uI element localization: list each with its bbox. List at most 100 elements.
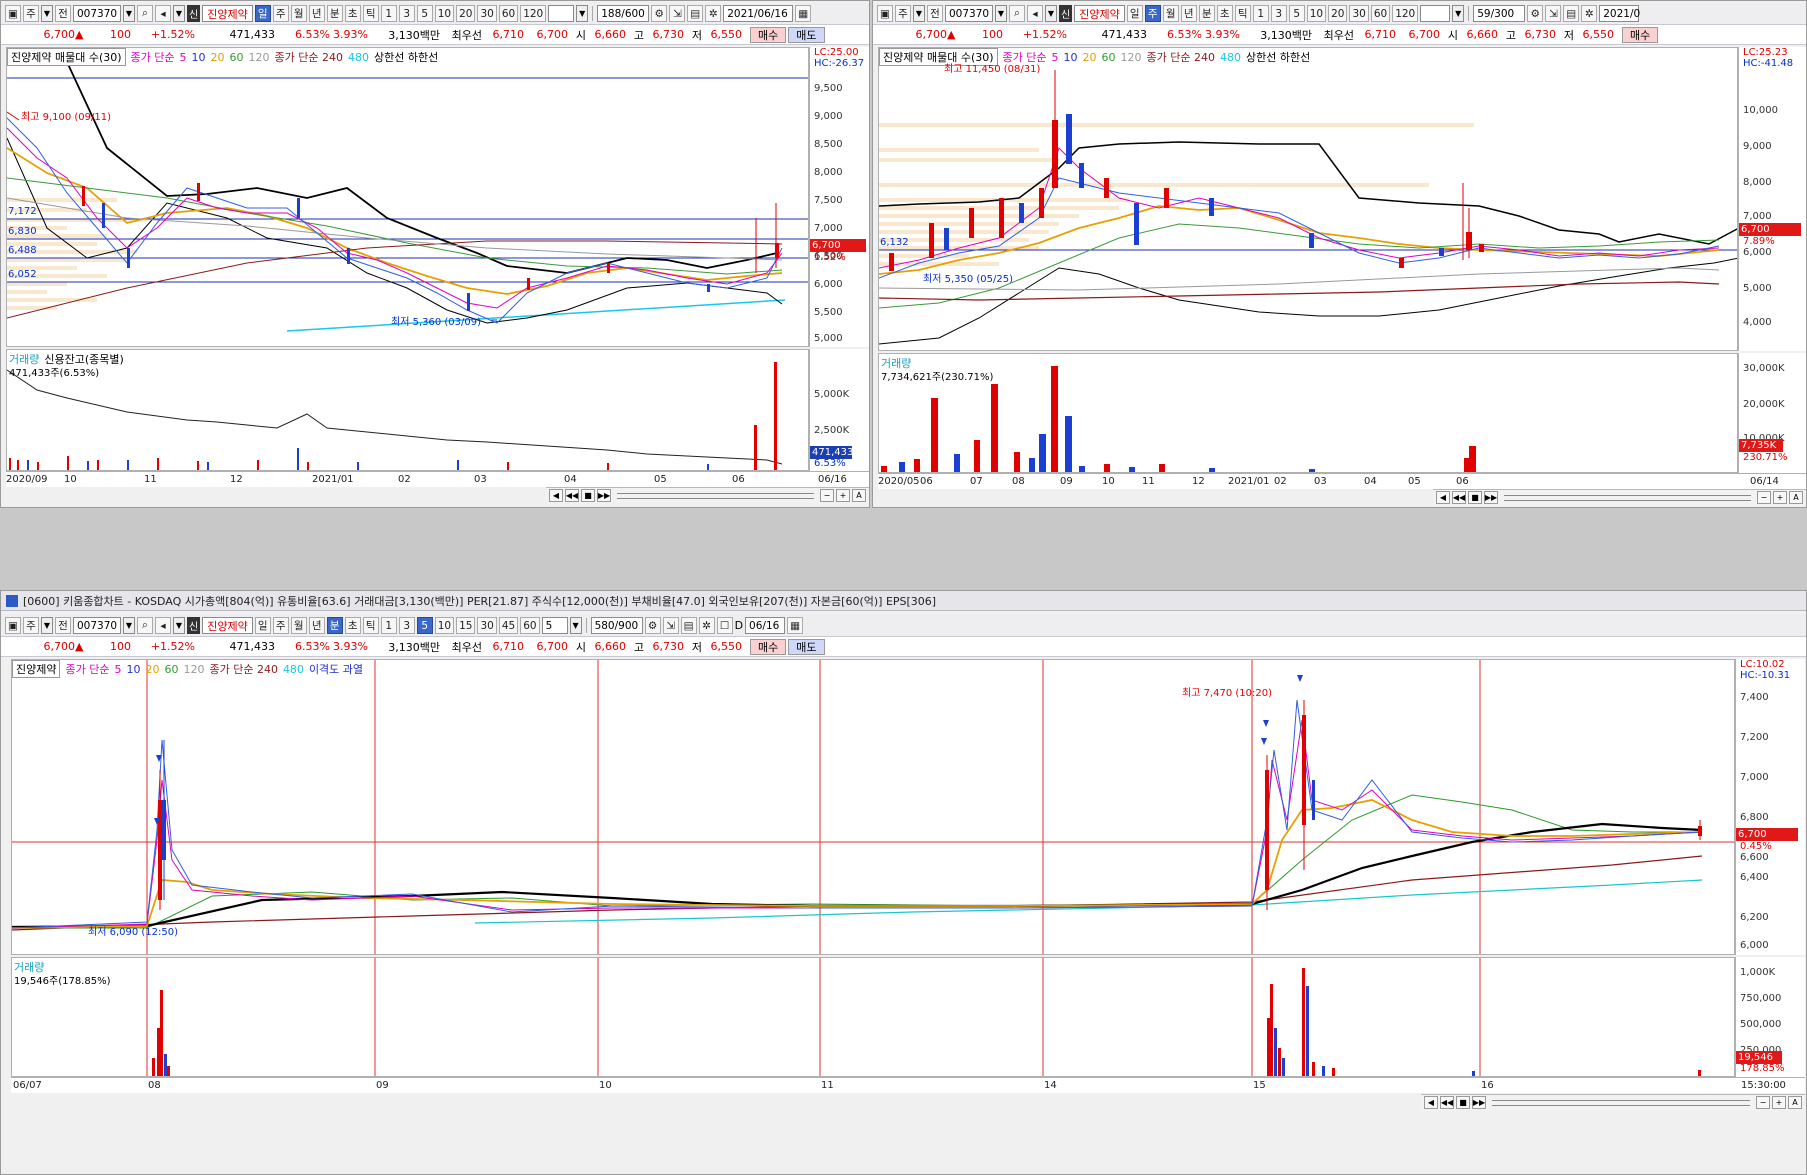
scroll-bar[interactable]: ◀ ◀◀ ■ ▶▶ − + A bbox=[1433, 489, 1806, 505]
scroll-left-icon[interactable]: ◀ bbox=[549, 489, 563, 502]
tab-month[interactable]: 월 bbox=[290, 5, 307, 22]
interval-60[interactable]: 60 bbox=[1370, 5, 1391, 22]
scroll-first-icon[interactable]: ◀◀ bbox=[565, 489, 579, 502]
interval-3[interactable]: 3 bbox=[398, 5, 415, 22]
save-icon[interactable]: ▤ bbox=[687, 5, 704, 22]
interval-3[interactable]: 3 bbox=[398, 617, 415, 634]
date-input[interactable]: 06/16 bbox=[745, 617, 786, 634]
settings-icon[interactable]: ⚙ bbox=[644, 617, 661, 634]
volume-chart[interactable]: 거래량 7,734,621주(230.71%) bbox=[878, 353, 1738, 473]
window-menu-icon[interactable]: ▣ bbox=[877, 5, 893, 22]
text-icon[interactable]: A bbox=[1788, 1096, 1802, 1109]
count-input[interactable]: 59/300 bbox=[1473, 5, 1526, 22]
legend-box[interactable]: 진양제약 매물대 수(30) bbox=[7, 48, 126, 66]
tab-day[interactable]: 일 bbox=[1126, 5, 1143, 22]
chevron-down-icon[interactable]: ▼ bbox=[173, 617, 185, 634]
sell-button[interactable]: 매도 bbox=[788, 26, 825, 43]
speaker-icon[interactable]: ◂ bbox=[155, 617, 171, 634]
save-icon[interactable]: ▤ bbox=[1563, 5, 1580, 22]
search-icon[interactable]: ⌕ bbox=[137, 5, 153, 22]
tab-day[interactable]: 일 bbox=[254, 617, 271, 634]
scroll-first-icon[interactable]: ◀◀ bbox=[1452, 491, 1466, 504]
price-chart[interactable]: 진양제약 매물대 수(30) 종가 단순 5 10 20 60 120 종가 단… bbox=[878, 47, 1738, 351]
calendar-icon[interactable]: ▦ bbox=[787, 617, 804, 634]
scroll-bar[interactable]: ◀ ◀◀ ■ ▶▶ − + A bbox=[1421, 1094, 1805, 1110]
stock-name[interactable]: 진양제약 bbox=[202, 617, 253, 634]
interval-10[interactable]: 10 bbox=[434, 617, 455, 634]
count-input[interactable]: 188/600 bbox=[597, 5, 650, 22]
chevron-down-icon[interactable]: ▼ bbox=[123, 617, 135, 634]
scroll-left-icon[interactable]: ◀ bbox=[1424, 1096, 1438, 1109]
interval-30[interactable]: 30 bbox=[477, 617, 497, 634]
tool-icon[interactable]: ⇲ bbox=[1545, 5, 1562, 22]
chevron-down-icon[interactable]: ▼ bbox=[173, 5, 185, 22]
chevron-down-icon[interactable]: ▼ bbox=[913, 5, 925, 22]
scroll-last-icon[interactable]: ▶▶ bbox=[1472, 1096, 1486, 1109]
interval-120[interactable]: 120 bbox=[1392, 5, 1419, 22]
zoom-out-icon[interactable]: − bbox=[820, 489, 834, 502]
tab-tick[interactable]: 틱 bbox=[1234, 5, 1251, 22]
interval-15[interactable]: 15 bbox=[456, 617, 476, 634]
window-menu-icon[interactable]: ▣ bbox=[5, 5, 21, 22]
tab-year[interactable]: 년 bbox=[1180, 5, 1197, 22]
scroll-track[interactable] bbox=[1492, 1099, 1750, 1106]
tab-month[interactable]: 월 bbox=[1162, 5, 1179, 22]
chevron-down-icon[interactable]: ▼ bbox=[1045, 5, 1057, 22]
date-input[interactable]: 2021/06/16 bbox=[723, 5, 794, 22]
chevron-down-icon[interactable]: ▼ bbox=[123, 5, 135, 22]
interval-custom-input[interactable]: 5 bbox=[541, 617, 568, 634]
code-input[interactable]: 007370 bbox=[945, 5, 993, 22]
tab-tick[interactable]: 틱 bbox=[362, 617, 379, 634]
settings-icon[interactable]: ⚙ bbox=[651, 5, 668, 22]
chevron-down-icon[interactable]: ▼ bbox=[576, 5, 589, 22]
text-icon[interactable]: A bbox=[852, 489, 866, 502]
all-button[interactable]: 전 bbox=[55, 5, 71, 22]
interval-custom-input[interactable] bbox=[548, 5, 575, 22]
interval-1[interactable]: 1 bbox=[1252, 5, 1269, 22]
scroll-last-icon[interactable]: ▶▶ bbox=[1484, 491, 1498, 504]
legend-box[interactable]: 진양제약 bbox=[12, 660, 61, 678]
tab-year[interactable]: 년 bbox=[308, 5, 325, 22]
interval-5[interactable]: 5 bbox=[1288, 5, 1305, 22]
tab-week[interactable]: 주 bbox=[1144, 5, 1161, 22]
all-button[interactable]: 전 bbox=[927, 5, 943, 22]
interval-custom-input[interactable] bbox=[1420, 5, 1451, 22]
interval-30[interactable]: 30 bbox=[1349, 5, 1369, 22]
scroll-last-icon[interactable]: ▶▶ bbox=[597, 489, 611, 502]
interval-1[interactable]: 1 bbox=[380, 5, 397, 22]
stock-name[interactable]: 진양제약 bbox=[202, 5, 253, 22]
gear-icon[interactable]: ✲ bbox=[705, 5, 722, 22]
count-input[interactable]: 580/900 bbox=[590, 617, 643, 634]
zoom-in-icon[interactable]: + bbox=[1772, 1096, 1786, 1109]
chevron-down-icon[interactable]: ▼ bbox=[1452, 5, 1465, 22]
tab-second[interactable]: 초 bbox=[344, 617, 361, 634]
volume-chart[interactable]: 거래량 19,546주(178.85%) bbox=[11, 957, 1735, 1077]
d-checkbox[interactable]: ☐ bbox=[716, 617, 733, 634]
stock-name[interactable]: 진양제약 bbox=[1074, 5, 1125, 22]
interval-3[interactable]: 3 bbox=[1270, 5, 1287, 22]
speaker-icon[interactable]: ◂ bbox=[1027, 5, 1043, 22]
chevron-down-icon[interactable]: ▼ bbox=[569, 617, 582, 634]
stop-icon[interactable]: ■ bbox=[1456, 1096, 1470, 1109]
volume-chart[interactable]: 거래량 신용잔고(종목별) 471,433주(6.53%) bbox=[6, 349, 809, 471]
interval-60[interactable]: 60 bbox=[498, 5, 519, 22]
speaker-icon[interactable]: ◂ bbox=[155, 5, 171, 22]
tool-icon[interactable]: ⇲ bbox=[669, 5, 686, 22]
zoom-in-icon[interactable]: + bbox=[836, 489, 850, 502]
interval-20[interactable]: 20 bbox=[1328, 5, 1348, 22]
text-icon[interactable]: A bbox=[1789, 491, 1803, 504]
price-chart[interactable]: 진양제약 매물대 수(30) 종가 단순 5 10 20 60 120 종가 단… bbox=[6, 47, 809, 347]
scroll-left-icon[interactable]: ◀ bbox=[1436, 491, 1450, 504]
tab-second[interactable]: 초 bbox=[1216, 5, 1233, 22]
gear-icon[interactable]: ✲ bbox=[698, 617, 715, 634]
interval-45[interactable]: 45 bbox=[498, 617, 519, 634]
price-chart[interactable]: 진양제약 종가 단순 5 10 20 60 120 종가 단순 240 480 … bbox=[11, 659, 1735, 955]
interval-60[interactable]: 60 bbox=[520, 617, 540, 634]
search-icon[interactable]: ⌕ bbox=[137, 617, 153, 634]
tab-year[interactable]: 년 bbox=[308, 617, 325, 634]
tab-week[interactable]: 주 bbox=[272, 617, 289, 634]
scroll-bar[interactable]: ◀ ◀◀ ■ ▶▶ − + A bbox=[546, 487, 869, 503]
calendar-icon[interactable]: ▦ bbox=[795, 5, 812, 22]
window-menu-icon[interactable]: ▣ bbox=[5, 617, 21, 634]
scroll-track[interactable] bbox=[617, 492, 814, 499]
